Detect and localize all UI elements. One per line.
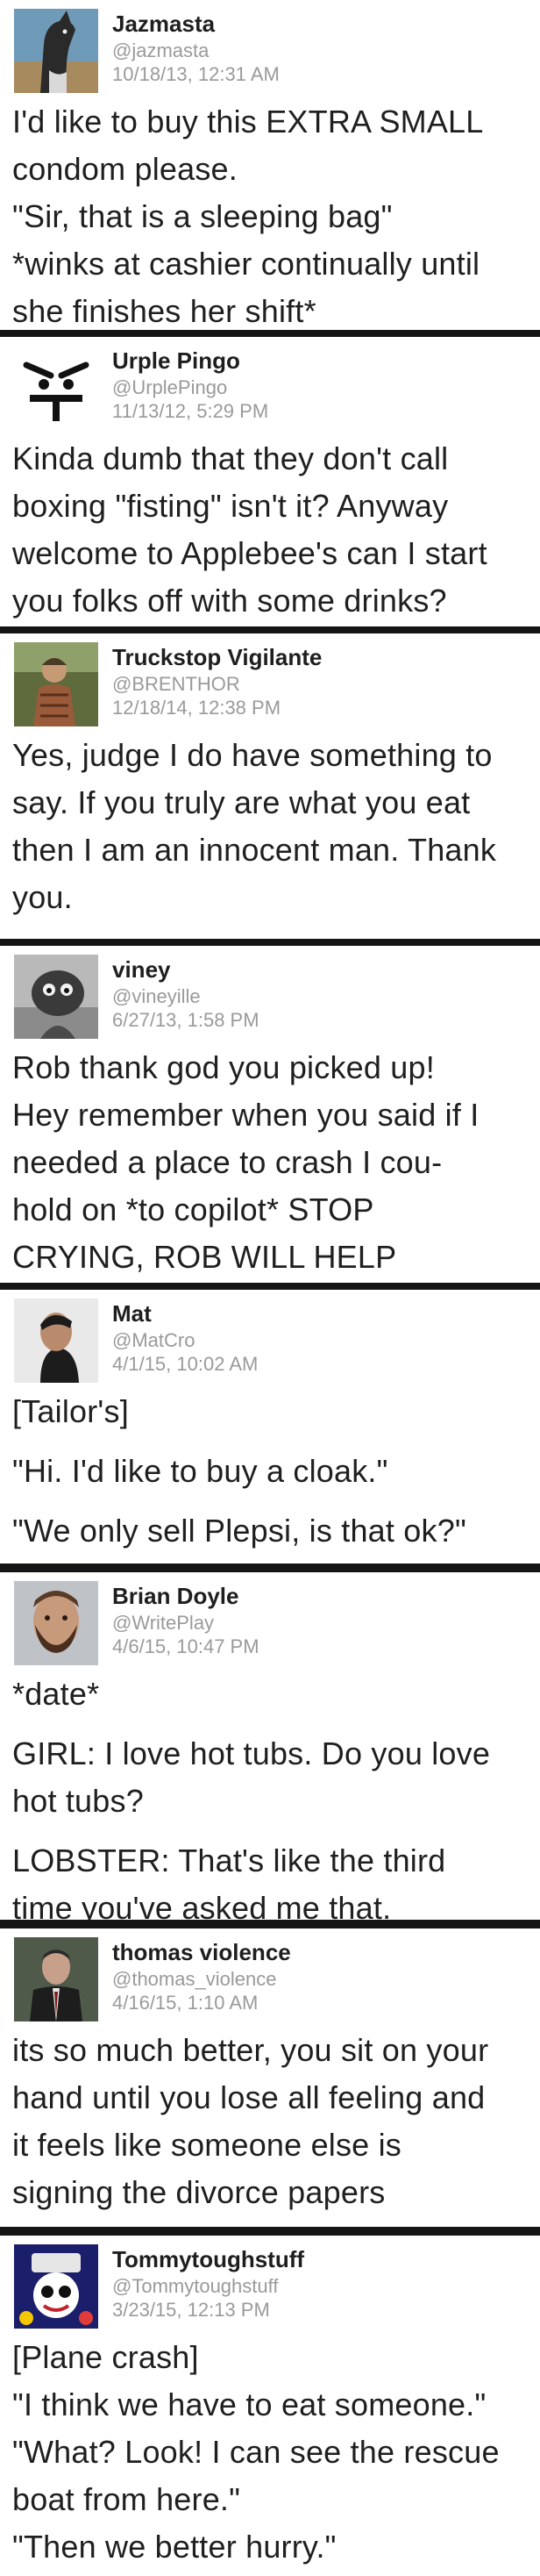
man-profile-avatar[interactable] xyxy=(14,1299,98,1383)
tweet-timestamp: 4/1/15, 10:02 AM xyxy=(112,1353,259,1375)
tweet-text-line: GIRL: I love hot tubs. Do you love xyxy=(12,1735,491,1771)
tweet-text-line: "What? Look! I can see the rescue xyxy=(12,2434,500,2470)
tweet-timestamp: 3/23/15, 12:13 PM xyxy=(112,2299,270,2321)
tweet-text-line: CRYING, ROB WILL HELP xyxy=(12,1239,397,1275)
author-name[interactable]: thomas violence xyxy=(112,1939,291,1966)
author-handle[interactable]: @WritePlay xyxy=(112,1612,214,1635)
tweet-text-line: hand until you lose all feeling and xyxy=(12,2079,486,2115)
author-handle[interactable]: @BRENTHOR xyxy=(112,673,240,696)
tweet-text-line: *winks at cashier continually until xyxy=(12,246,480,282)
tweet-card[interactable]: Jazmasta @jazmasta 10/18/13, 12:31 AM I'd l… xyxy=(0,0,540,330)
tweet-text-line: boxing "fisting" isn't it? Anyway xyxy=(12,488,449,524)
tweet-text-line: "I think we have to eat someone." xyxy=(12,2386,487,2422)
author-name[interactable]: Jazmasta xyxy=(112,11,215,38)
author-name[interactable]: viney xyxy=(112,956,171,984)
author-name[interactable]: Truckstop Vigilante xyxy=(112,644,322,671)
tweet-text-line: Kinda dumb that they don't call xyxy=(12,440,449,476)
creature-avatar[interactable] xyxy=(14,955,98,1039)
author-handle[interactable]: @UrplePingo xyxy=(112,376,227,399)
tweet-divider xyxy=(0,1563,540,1572)
tweet-text-line: boat from here." xyxy=(12,2481,241,2517)
tweet-text-line: its so much better, you sit on your xyxy=(12,2032,489,2068)
tweet-text-line: it feels like someone else is xyxy=(12,2127,402,2163)
man-outdoors-avatar[interactable] xyxy=(14,642,98,726)
tweet-text-line: "We only sell Plepsi, is that ok?" xyxy=(12,1513,466,1549)
tweet-text-line: you. xyxy=(12,879,73,915)
man-in-suit-avatar[interactable] xyxy=(14,1937,98,2021)
tweet-text-line: [Tailor's] xyxy=(12,1393,129,1429)
tweet-text-line: you folks off with some drinks? xyxy=(12,583,447,619)
author-handle[interactable]: @Tommytoughstuff xyxy=(112,2275,278,2298)
tweet-text-line: *date* xyxy=(12,1676,100,1712)
angry-face-avatar[interactable] xyxy=(14,346,98,430)
tweet-text-line: "Hi. I'd like to buy a cloak." xyxy=(12,1453,388,1489)
author-handle[interactable]: @jazmasta xyxy=(112,39,209,62)
tweet-text: its so much better, you sit on your hand … xyxy=(12,2027,531,2216)
tweet-text: [Tailor's] "Hi. I'd like to buy a cloak."… xyxy=(12,1388,531,1555)
author-handle[interactable]: @vineyille xyxy=(112,985,201,1008)
tweet-card[interactable]: Truckstop Vigilante @BRENTHOR 12/18/14, 12… xyxy=(0,633,540,939)
tweet-card[interactable]: Brian Doyle @WritePlay 4/6/15, 10:47 PM *da… xyxy=(0,1572,540,1920)
tweet-text-line: LOBSTER: That's like the third xyxy=(12,1843,446,1878)
tweet-text-line: hot tubs? xyxy=(12,1783,144,1819)
tweet-text: Yes, judge I do have something to say. If… xyxy=(12,732,531,921)
tweet-text-line: time you've asked me that. xyxy=(12,1890,392,1920)
author-handle[interactable]: @thomas_violence xyxy=(112,1968,276,1991)
tweet-text-line: I'd like to buy this EXTRA SMALL xyxy=(12,104,484,140)
tweet-text-line: signing the divorce papers xyxy=(12,2174,386,2210)
author-name[interactable]: Urple Pingo xyxy=(112,347,240,375)
author-handle[interactable]: @MatCro xyxy=(112,1329,195,1352)
tweet-timestamp: 11/13/12, 5:29 PM xyxy=(112,400,269,422)
tweet-text-line: "Sir, that is a sleeping bag" xyxy=(12,198,393,234)
tweet-text: I'd like to buy this EXTRA SMALL condom p… xyxy=(12,98,531,330)
tweet-card[interactable]: Urple Pingo @UrplePingo 11/13/12, 5:29 PM K… xyxy=(0,337,540,626)
tweet-text-line: condom please. xyxy=(12,151,238,187)
tweet-divider xyxy=(0,1283,540,1290)
greyhound-dog-avatar[interactable] xyxy=(14,9,98,93)
tweet-text-line: welcome to Applebee's can I start xyxy=(12,535,487,571)
cartoon-logo-avatar[interactable] xyxy=(14,2244,98,2329)
tweet-text-line: say. If you truly are what you eat xyxy=(12,784,471,820)
tweet-text-line: [Plane crash] xyxy=(12,2339,199,2375)
tweet-card[interactable]: thomas violence @thomas_violence 4/16/15, … xyxy=(0,1928,540,2227)
tweet-text-line: she finishes her shift* xyxy=(12,293,316,329)
tweet-text: Rob thank god you picked up! Hey remember… xyxy=(12,1044,531,1281)
tweet-card[interactable]: Mat @MatCro 4/1/15, 10:02 AM [Tailor's] "Hi.… xyxy=(0,1290,540,1563)
tweet-timestamp: 10/18/13, 12:31 AM xyxy=(112,63,280,85)
tweet-divider xyxy=(0,939,540,946)
author-name[interactable]: Brian Doyle xyxy=(112,1583,239,1610)
tweet-divider xyxy=(0,330,540,337)
author-name[interactable]: Mat xyxy=(112,1300,152,1327)
tweet-text-line: Yes, judge I do have something to xyxy=(12,737,493,773)
author-name[interactable]: Tommytoughstuff xyxy=(112,2246,304,2273)
tweet-text: *date* GIRL: I love hot tubs. Do you love… xyxy=(12,1671,531,1920)
tweet-text-line: "Then we better hurry." xyxy=(12,2529,337,2565)
tweet-timestamp: 4/16/15, 1:10 AM xyxy=(112,1992,259,2014)
tweet-card[interactable]: Tommytoughstuff @Tommytoughstuff 3/23/15, … xyxy=(0,2236,540,2576)
tweet-text-line: hold on *to copilot* STOP xyxy=(12,1191,374,1227)
tweet-text-line: Hey remember when you said if I xyxy=(12,1097,480,1133)
tweet-timestamp: 6/27/13, 1:58 PM xyxy=(112,1009,259,1031)
tweet-text-line: then I am an innocent man. Thank xyxy=(12,832,497,868)
tweet-timestamp: 12/18/14, 12:38 PM xyxy=(112,697,281,719)
tweet-divider xyxy=(0,1920,540,1928)
tweet-text-line: Rob thank god you picked up! xyxy=(12,1049,435,1085)
tweet-divider xyxy=(0,2227,540,2236)
tweet-feed: Jazmasta @jazmasta 10/18/13, 12:31 AM I'd l… xyxy=(0,0,540,2576)
tweet-divider xyxy=(0,626,540,633)
tweet-text-line: needed a place to crash I cou- xyxy=(12,1144,443,1180)
tweet-text: [Plane crash] "I think we have to eat som… xyxy=(12,2334,531,2571)
tweet-text: Kinda dumb that they don't call boxing "f… xyxy=(12,435,531,625)
tweet-timestamp: 4/6/15, 10:47 PM xyxy=(112,1635,259,1657)
tweet-card[interactable]: viney @vineyille 6/27/13, 1:58 PM Rob thank… xyxy=(0,946,540,1283)
bearded-man-avatar[interactable] xyxy=(14,1581,98,1665)
